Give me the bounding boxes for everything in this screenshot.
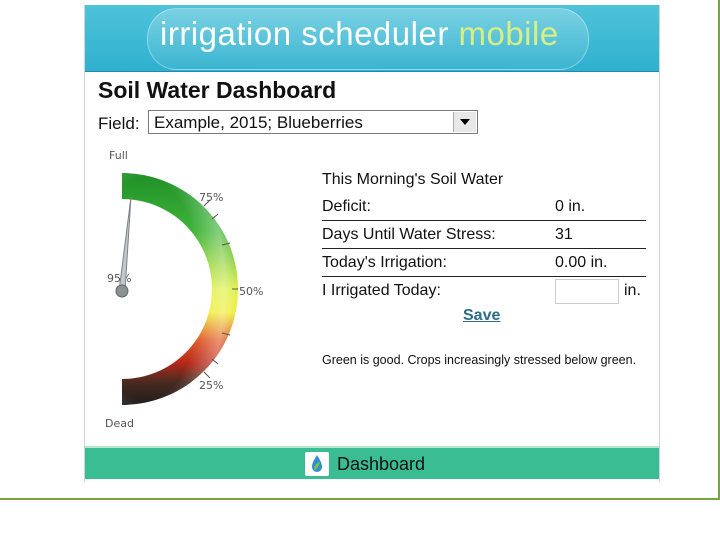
footer-nav: Dashboard	[85, 446, 659, 479]
irrigated-today-label: I Irrigated Today:	[322, 282, 441, 299]
days-until-stress-label: Days Until Water Stress:	[322, 226, 496, 243]
gauge-label-full: Full	[109, 149, 128, 162]
todays-irrigation-row: Today's Irrigation: 0.00 in.	[322, 249, 646, 277]
soil-water-heading: This Morning's Soil Water	[322, 171, 504, 188]
gauge-tick-75: 75%	[199, 191, 223, 204]
app-logo: irrigation scheduler mobile	[160, 15, 559, 53]
save-button[interactable]: Save	[463, 307, 500, 325]
irrigated-today-row: I Irrigated Today: in.	[322, 277, 646, 304]
app-window: irrigation scheduler mobile Soil Water D…	[84, 5, 660, 482]
soil-water-gauge: Full 75% 50% 25% 95% Dead	[105, 149, 263, 430]
gauge-arc-shine	[122, 173, 238, 405]
days-until-stress-value: 31	[555, 226, 573, 243]
app-logo-main: irrigation scheduler	[160, 15, 449, 52]
irrigated-today-input[interactable]	[555, 279, 619, 304]
field-select-value: Example, 2015; Blueberries	[154, 113, 363, 132]
app-banner: irrigation scheduler mobile	[85, 5, 659, 72]
dashboard-tab[interactable]: Dashboard	[337, 454, 425, 475]
todays-irrigation-label: Today's Irrigation:	[322, 254, 447, 271]
gauge-legend-note: Green is good. Crops increasingly stress…	[322, 353, 637, 367]
gauge-tick-50: 50%	[239, 285, 263, 298]
water-drop-leaf-icon[interactable]	[305, 452, 329, 476]
deficit-label: Deficit:	[322, 198, 371, 215]
gauge-needle-readout: 95%	[107, 272, 131, 285]
field-select[interactable]: Example, 2015; Blueberries	[148, 110, 478, 134]
app-logo-suffix: mobile	[458, 15, 559, 52]
deficit-row: Deficit: 0 in.	[322, 193, 646, 221]
gauge-needle-hub	[115, 284, 129, 298]
gauge-tick-25: 25%	[199, 379, 223, 392]
days-until-stress-row: Days Until Water Stress: 31	[322, 221, 646, 249]
field-label: Field:	[98, 114, 140, 133]
page-title: Soil Water Dashboard	[98, 77, 337, 103]
gauge-label-dead: Dead	[105, 417, 134, 430]
todays-irrigation-value: 0.00 in.	[555, 254, 608, 271]
slide-border-bottom	[0, 498, 720, 500]
irrigated-today-unit: in.	[624, 282, 641, 299]
chevron-down-icon[interactable]	[453, 112, 476, 132]
soil-water-panel: This Morning's Soil Water Deficit: 0 in.…	[322, 167, 646, 304]
deficit-value: 0 in.	[555, 198, 586, 215]
